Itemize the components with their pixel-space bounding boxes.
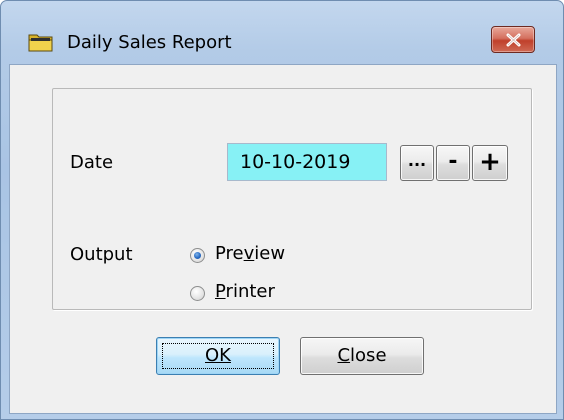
window-close-button[interactable] [491,26,535,53]
options-group: Date 10-10-2019 ... - + Output Preview P… [52,88,532,310]
dialog-client-area: Date 10-10-2019 ... - + Output Preview P… [9,64,557,414]
ok-button[interactable]: OK [156,337,280,375]
folder-icon [28,32,54,52]
date-increment-button[interactable]: + [472,145,508,181]
window-title: Daily Sales Report [67,32,232,53]
close-button-label: Close [337,345,387,366]
dialog-window: Daily Sales Report Date 10-10-2019 ... -… [0,0,564,420]
radio-printer-button[interactable] [190,286,205,301]
radio-printer-label: Printer [215,281,275,302]
output-label: Output [70,244,133,265]
radio-preview-label: Preview [215,243,286,264]
title-bar[interactable]: Daily Sales Report [1,1,563,53]
date-input[interactable]: 10-10-2019 [227,143,387,181]
date-picker-button[interactable]: ... [400,145,434,181]
date-decrement-button[interactable]: - [436,145,470,181]
radio-preview-button[interactable] [190,248,205,263]
focus-rectangle [162,343,274,369]
close-button[interactable]: Close [300,337,424,375]
radio-preview[interactable]: Preview [190,241,350,269]
close-icon [506,33,521,47]
date-label: Date [70,152,114,173]
radio-printer[interactable]: Printer [190,279,350,307]
radio-selected-dot [194,252,201,259]
